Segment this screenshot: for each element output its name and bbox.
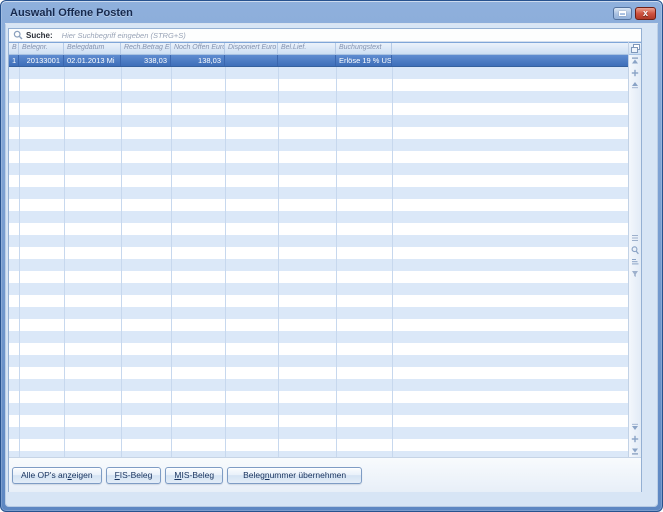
row-number-cell: 1: [9, 55, 19, 66]
grip-button[interactable]: [630, 232, 641, 244]
column-header-filler: [392, 43, 628, 54]
footer-button-bar: Alle OP's anzeigen FIS-Beleg MIS-Beleg B…: [9, 457, 641, 492]
scroll-down-icon: [631, 423, 639, 431]
fis-beleg-button[interactable]: FIS-Beleg: [106, 467, 162, 484]
restore-window-button[interactable]: [613, 7, 632, 20]
scroll-top-icon: [631, 57, 639, 65]
scroll-bottom-icon: [631, 447, 639, 455]
scroll-bottom-button[interactable]: [630, 445, 641, 457]
pan-icon: [631, 69, 639, 77]
column-chooser-icon: [631, 44, 640, 53]
column-separator: [278, 67, 279, 457]
column-header-disponiert[interactable]: Disponiert Euro: [225, 43, 278, 54]
column-separator: [392, 67, 393, 457]
search-row[interactable]: Suche: Hier Suchbegriff eingeben (STRG+S…: [9, 29, 641, 42]
button-accel: M: [174, 470, 181, 480]
button-label: IS-Beleg: [181, 470, 214, 480]
column-header-buchungstext[interactable]: Buchungstext: [336, 43, 392, 54]
buchungstext-cell: Erlöse 19 % USt: [336, 55, 392, 66]
noch-offen-cell: 138,03: [171, 55, 225, 66]
pan-up-button[interactable]: [630, 67, 641, 79]
belegdatum-cell: 02.01.2013 Mi: [64, 55, 121, 66]
button-label: eigen: [72, 470, 93, 480]
column-separator: [225, 67, 226, 457]
close-button[interactable]: x: [635, 7, 656, 20]
button-label: Alle OP's an: [21, 470, 68, 480]
filter-icon: [631, 270, 639, 278]
open-items-grid[interactable]: B Belegnr. Belegdatum Rech.Betrag Euro N…: [9, 42, 628, 457]
column-header-noch-offen[interactable]: Noch Offen Euro: [171, 43, 225, 54]
disponiert-cell: [225, 55, 278, 66]
magnifier-button[interactable]: [630, 244, 641, 256]
magnifier-icon: [631, 246, 639, 255]
titlebar[interactable]: Auswahl Offene Posten x: [1, 1, 662, 22]
restore-window-icon: [619, 11, 626, 16]
dialog-window: Auswahl Offene Posten x Suche: Hier Such…: [0, 0, 663, 512]
rech-betrag-cell: 338,03: [121, 55, 171, 66]
column-header-belegnr[interactable]: Belegnr.: [19, 43, 64, 54]
dialog-body: Suche: Hier Suchbegriff eingeben (STRG+S…: [5, 23, 658, 507]
column-chooser-button[interactable]: [629, 42, 641, 55]
column-header-rech-betrag[interactable]: Rech.Betrag Euro: [121, 43, 171, 54]
scroll-down-button[interactable]: [630, 421, 641, 433]
search-label: Suche:: [26, 31, 53, 40]
table-row-selected[interactable]: 1 20133001 02.01.2013 Mi 338,03 138,03 E…: [9, 55, 628, 67]
scroll-up-button[interactable]: [630, 79, 641, 91]
search-icon: [13, 30, 23, 40]
window-controls: x: [613, 7, 656, 20]
button-label: ummer übernehmen: [270, 470, 347, 480]
search-input-hint[interactable]: Hier Suchbegriff eingeben (STRG+S): [62, 31, 186, 40]
grid-zone: B Belegnr. Belegdatum Rech.Betrag Euro N…: [9, 42, 641, 457]
open-items-panel: Suche: Hier Suchbegriff eingeben (STRG+S…: [8, 28, 642, 492]
row-filler-cell: [392, 55, 628, 66]
scroll-top-button[interactable]: [630, 55, 641, 67]
grid-scroll-strip[interactable]: [628, 42, 641, 457]
sort-icon: [631, 258, 639, 266]
belegnr-cell: 20133001: [19, 55, 64, 66]
pan-icon: [631, 435, 639, 443]
column-separator: [171, 67, 172, 457]
show-all-open-items-button[interactable]: Alle OP's anzeigen: [12, 467, 102, 484]
filter-button[interactable]: [630, 268, 641, 280]
column-separator: [336, 67, 337, 457]
column-header-b[interactable]: B: [9, 43, 19, 54]
window-title: Auswahl Offene Posten: [10, 7, 613, 19]
column-separator: [19, 67, 20, 457]
empty-rows-area[interactable]: [9, 67, 628, 457]
column-header-bel-lief[interactable]: Bel.Lief.: [278, 43, 336, 54]
take-document-number-button[interactable]: Belegnummer übernehmen: [227, 467, 362, 484]
pan-down-button[interactable]: [630, 433, 641, 445]
column-separator: [64, 67, 65, 457]
scroll-up-icon: [631, 81, 639, 89]
column-header-belegdatum[interactable]: Belegdatum: [64, 43, 121, 54]
bel-lief-cell: [278, 55, 336, 66]
grip-icon: [631, 234, 639, 242]
sort-button[interactable]: [630, 256, 641, 268]
column-separator: [121, 67, 122, 457]
mis-beleg-button[interactable]: MIS-Beleg: [165, 467, 223, 484]
button-label: IS-Beleg: [120, 470, 153, 480]
grid-header-row: B Belegnr. Belegdatum Rech.Betrag Euro N…: [9, 42, 628, 55]
button-label: Beleg: [243, 470, 265, 480]
